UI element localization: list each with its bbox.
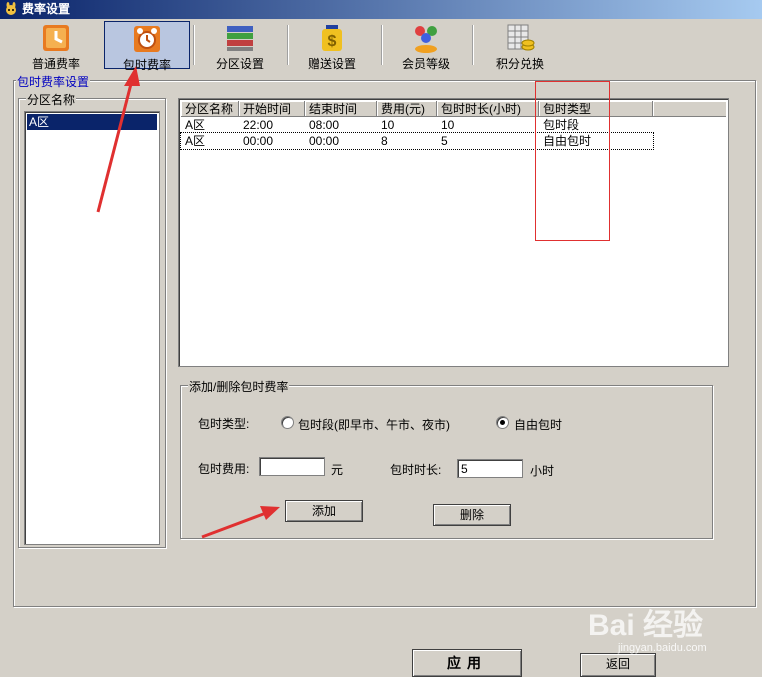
- table-cell: 8: [381, 134, 388, 148]
- column-header[interactable]: 分区名称: [181, 101, 239, 117]
- table-cell: 5: [441, 134, 448, 148]
- fee-label: 包时费用:: [198, 462, 250, 476]
- table-cell: 00:00: [309, 134, 340, 148]
- tab-normal-rate[interactable]: 普通费率: [24, 21, 88, 71]
- back-button[interactable]: 返回: [580, 653, 656, 677]
- tab-label: 普通费率: [31, 57, 80, 71]
- tab-label: 赠送设置: [307, 57, 356, 71]
- watermark-url: jingyan.baidu.com: [618, 642, 707, 654]
- clock-icon: [43, 25, 69, 51]
- tab-member-level[interactable]: 会员等级: [394, 21, 458, 71]
- table-cell: 00:00: [243, 134, 274, 148]
- table-cell: 22:00: [243, 118, 274, 132]
- column-header[interactable]: 开始时间: [239, 101, 305, 117]
- table-cell: 10: [441, 118, 455, 132]
- duration-label: 包时时长:: [390, 463, 442, 477]
- group-title: 包时费率设置: [16, 73, 91, 90]
- toolbar-separator: [287, 25, 289, 65]
- baidu-watermark-logo: Bai 经验: [588, 609, 704, 642]
- table-cell: A区: [185, 118, 206, 132]
- radio-free[interactable]: [496, 416, 509, 429]
- add-group-title: 添加/删除包时费率: [188, 378, 290, 395]
- table-header: 分区名称 开始时间 结束时间 费用(元) 包时时长(小时) 包时类型: [181, 101, 726, 117]
- duration-unit: 小时: [530, 464, 555, 478]
- tab-package-rate[interactable]: 包时费率: [104, 21, 190, 72]
- fee-input[interactable]: [259, 457, 325, 476]
- add-button[interactable]: 添加: [285, 500, 363, 522]
- app-icon: [6, 2, 16, 15]
- svg-text:$: $: [328, 33, 337, 50]
- users-icon: [415, 26, 437, 53]
- column-header[interactable]: 结束时间: [305, 101, 377, 117]
- radio-period-label[interactable]: 包时段(即早市、午市、夜市): [298, 416, 450, 433]
- toolbar-separator: [193, 25, 195, 65]
- list-item[interactable]: A区: [27, 114, 157, 130]
- tab-label: 积分兑换: [495, 57, 544, 71]
- apply-button[interactable]: 应用: [412, 649, 522, 677]
- money-bag-icon: $: [322, 25, 342, 51]
- type-label: 包时类型:: [198, 417, 250, 431]
- column-header[interactable]: 包时时长(小时): [437, 101, 539, 117]
- layers-icon: [227, 26, 253, 51]
- tab-label: 会员等级: [401, 57, 450, 71]
- radio-free-label[interactable]: 自由包时: [514, 416, 562, 433]
- column-header-filler: [653, 101, 726, 117]
- tab-label: 分区设置: [215, 57, 264, 71]
- rate-table[interactable]: 分区名称 开始时间 结束时间 费用(元) 包时时长(小时) 包时类型 A区 22…: [178, 98, 729, 367]
- toolbar-separator: [381, 25, 383, 65]
- title-bar: 费率设置: [0, 0, 762, 19]
- tab-label: 包时费率: [122, 58, 171, 72]
- radio-period[interactable]: [281, 416, 294, 429]
- table-cell: A区: [185, 134, 206, 148]
- zone-group-title: 分区名称: [26, 91, 77, 108]
- table-cell: 10: [381, 118, 395, 132]
- fee-unit: 元: [331, 463, 344, 477]
- zone-list[interactable]: A区: [24, 111, 160, 545]
- tab-zone-settings[interactable]: 分区设置: [208, 21, 272, 71]
- calculator-coins-icon: [507, 24, 535, 51]
- tab-points-exchange[interactable]: 积分兑换: [488, 21, 552, 71]
- table-cell: 08:00: [309, 118, 340, 132]
- window-title: 费率设置: [22, 2, 71, 16]
- duration-input[interactable]: [457, 459, 523, 478]
- annotation-highlight-box: [535, 81, 610, 241]
- toolbar-separator: [472, 25, 474, 65]
- delete-button[interactable]: 删除: [433, 504, 511, 526]
- column-header[interactable]: 费用(元): [377, 101, 437, 117]
- tab-gift-settings[interactable]: $ 赠送设置: [300, 21, 364, 71]
- alarm-clock-icon: [134, 26, 160, 52]
- toolbar: 普通费率 包时费率 分区设置 $ 赠送设置 会员等级 积分兑换: [0, 19, 762, 72]
